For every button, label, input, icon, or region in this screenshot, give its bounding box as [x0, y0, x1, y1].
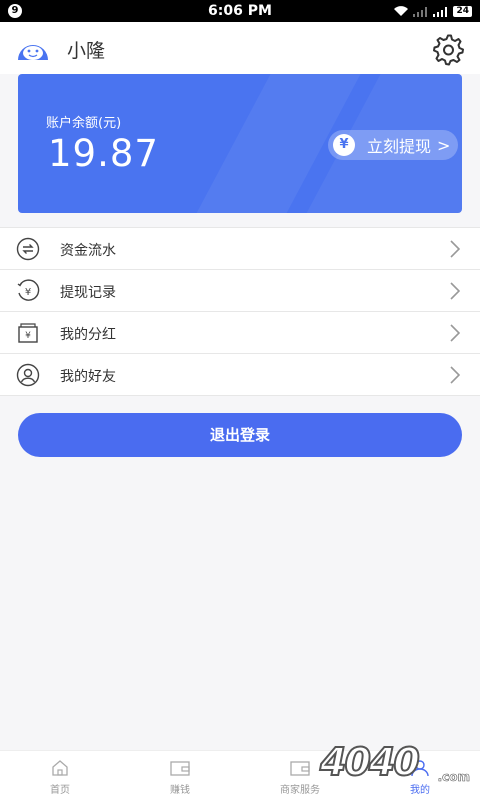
menu-item-withdraw-record[interactable]: ¥ 提现记录: [0, 270, 480, 312]
menu-item-label: 提现记录: [60, 285, 116, 301]
watermark-logo: 4040 .com: [319, 739, 470, 792]
friend-icon: [16, 363, 40, 387]
tab-label: 赚钱: [170, 785, 190, 796]
profile-header: 小隆: [0, 22, 480, 74]
tab-home[interactable]: 首页: [0, 751, 120, 800]
svg-text:¥: ¥: [25, 287, 31, 298]
account-menu: 资金流水 ¥ 提现记录 ¥ 我的分红 我的好友: [0, 227, 480, 396]
watermark-suffix: .com: [437, 770, 470, 785]
yen-icon: ¥: [333, 134, 355, 156]
watermark-text: 4040: [319, 739, 421, 785]
menu-item-label: 我的分红: [60, 327, 116, 343]
yen-record-icon: ¥: [17, 279, 40, 301]
tab-earn[interactable]: 赚钱: [120, 751, 240, 800]
tab-label: 首页: [50, 785, 70, 796]
wifi-icon: [394, 6, 409, 16]
svg-text:¥: ¥: [25, 331, 31, 341]
wallet-icon: ¥: [18, 323, 38, 343]
gear-icon[interactable]: [432, 34, 464, 66]
withdraw-label: 立刻提现: [367, 137, 432, 156]
exchange-icon: [16, 237, 40, 261]
chevron-right-icon: [450, 324, 460, 342]
signal-weak-icon: [413, 7, 428, 17]
home-icon: [52, 760, 68, 776]
menu-item-label: 我的好友: [60, 369, 116, 385]
logout-button[interactable]: 退出登录: [18, 413, 462, 457]
menu-item-fund-flow[interactable]: 资金流水: [0, 228, 480, 270]
status-bar: 9 6:06 PM 24: [0, 0, 480, 22]
withdraw-button[interactable]: ¥ 立刻提现 >: [328, 130, 458, 160]
wallet-icon: [290, 761, 310, 776]
username: 小隆: [67, 40, 106, 62]
avatar[interactable]: [17, 35, 49, 61]
battery-icon: 24: [453, 5, 472, 17]
status-icons: 24: [393, 3, 472, 19]
balance-label: 账户余额(元): [46, 116, 122, 131]
chevron-right-icon: [450, 240, 460, 258]
signal-icon: [433, 7, 448, 17]
tab-label: 商家服务: [280, 785, 320, 796]
menu-item-dividends[interactable]: ¥ 我的分红: [0, 312, 480, 354]
balance-card: 账户余额(元) 19.87 ¥ 立刻提现 >: [18, 74, 462, 213]
chevron-right-icon: [450, 282, 460, 300]
chevron-right-icon: >: [437, 135, 451, 155]
wallet-icon: [170, 761, 190, 776]
menu-item-friends[interactable]: 我的好友: [0, 354, 480, 396]
chevron-right-icon: [450, 366, 460, 384]
balance-amount: 19.87: [48, 132, 159, 175]
menu-item-label: 资金流水: [60, 243, 116, 259]
